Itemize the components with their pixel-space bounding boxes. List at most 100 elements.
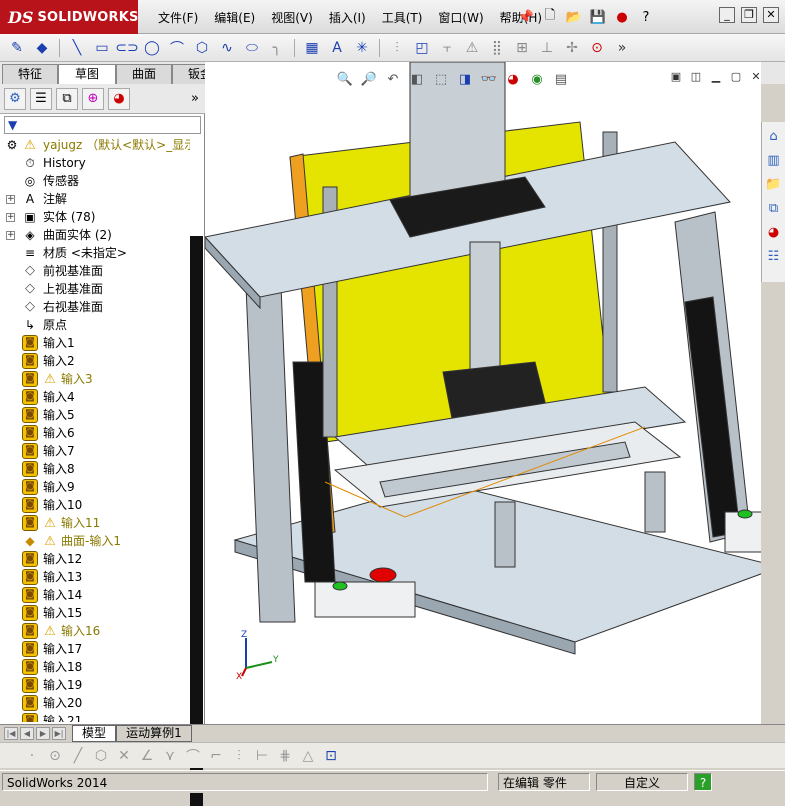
mirror-icon[interactable]: ⋎ <box>160 746 180 766</box>
status-units[interactable]: 自定义 <box>596 773 688 791</box>
open-folder-icon[interactable]: 📂 <box>564 7 584 27</box>
menu-insert[interactable]: 插入(I) <box>321 9 374 26</box>
ellipse-icon[interactable]: ⬭ <box>241 37 263 59</box>
tree-item[interactable]: ◙ ⚠ 输入3 <box>0 370 190 388</box>
view-settings-icon[interactable]: ▤ <box>551 70 571 88</box>
tree-item[interactable]: ◙ 输入19 <box>0 676 190 694</box>
menu-tools[interactable]: 工具(T) <box>374 9 431 26</box>
rectangle-icon[interactable]: ▭ <box>91 37 113 59</box>
tree-item[interactable]: ◇ 上视基准面 <box>0 280 190 298</box>
construction-icon[interactable]: ⫶ <box>229 746 249 766</box>
offset-icon[interactable]: ⫟ <box>436 37 458 59</box>
expand-icon[interactable]: + <box>6 213 15 222</box>
tree-item[interactable]: ◙ 输入21 <box>0 712 190 722</box>
feature-tree-filter[interactable]: ▼ <box>4 116 201 134</box>
tree-item[interactable]: ◙ 输入13 <box>0 568 190 586</box>
solidworks-resources-icon[interactable]: ⌂ <box>764 126 784 146</box>
line-icon[interactable]: ╲ <box>66 37 88 59</box>
slot-icon[interactable]: ⊂⊃ <box>115 37 138 59</box>
viewport-restore-icon[interactable]: ◫ <box>689 70 703 84</box>
zoom-to-fit-icon[interactable]: 🔍 <box>335 70 355 88</box>
tree-item[interactable]: ≡ 材质 <未指定> <box>0 244 190 262</box>
new-document-icon[interactable]: 🗋 <box>540 7 560 27</box>
spline-icon[interactable]: ∿ <box>216 37 238 59</box>
menu-view[interactable]: 视图(V) <box>263 9 321 26</box>
zoom-to-area-icon[interactable]: 🔎 <box>359 70 379 88</box>
tree-item[interactable]: ⏱ History <box>0 154 190 172</box>
tree-item[interactable]: + ◈ 曲面实体 (2) <box>0 226 190 244</box>
file-explorer-icon[interactable]: 📁 <box>764 174 784 194</box>
dimension-icon[interactable]: ⊢ <box>252 746 272 766</box>
tree-item[interactable]: ◙ 输入20 <box>0 694 190 712</box>
tab-sketch[interactable]: 草图 <box>58 64 116 85</box>
sketch-icon[interactable]: ◆ <box>31 37 53 59</box>
text-icon[interactable]: A <box>326 37 348 59</box>
restore-icon[interactable]: ❐ <box>741 7 757 23</box>
pattern-icon[interactable]: ⋕ <box>275 746 295 766</box>
previous-view-icon[interactable]: ↶ <box>383 70 403 88</box>
menu-file[interactable]: 文件(F) <box>150 9 206 26</box>
next-tab-icon[interactable]: ▶ <box>36 727 50 740</box>
rapid-sketch-icon[interactable]: ⊙ <box>586 37 608 59</box>
display-relations-icon[interactable]: ⊥ <box>536 37 558 59</box>
tree-item[interactable]: ◙ 输入14 <box>0 586 190 604</box>
property-manager-icon[interactable]: ☰ <box>30 87 52 110</box>
prev-tab-icon[interactable]: ◀ <box>20 727 34 740</box>
tree-root-part[interactable]: ⚙ ⚠ yajugz （默认<默认>_显示状 <box>0 136 190 154</box>
last-tab-icon[interactable]: ▶| <box>52 727 66 740</box>
tangent-icon[interactable]: ⌒ <box>183 746 203 766</box>
panel-expand-icon[interactable]: » <box>191 91 199 106</box>
tree-item[interactable]: ◙ 输入17 <box>0 640 190 658</box>
tree-item[interactable]: ◙ 输入1 <box>0 334 190 352</box>
viewport-tile-icon[interactable]: ▣ <box>669 70 683 84</box>
tree-item[interactable]: ◙ 输入9 <box>0 478 190 496</box>
tree-item[interactable]: + A 注解 <box>0 190 190 208</box>
point-icon[interactable]: · <box>22 746 42 766</box>
apply-scene-icon[interactable]: ◉ <box>527 70 547 88</box>
tree-item[interactable]: ◙ 输入5 <box>0 406 190 424</box>
tree-item[interactable]: ◙ 输入6 <box>0 424 190 442</box>
tree-item[interactable]: ◇ 右视基准面 <box>0 298 190 316</box>
tree-item[interactable]: ◙ 输入15 <box>0 604 190 622</box>
save-icon[interactable]: 💾 <box>588 7 608 27</box>
tree-item[interactable]: ◙ ⚠ 输入16 <box>0 622 190 640</box>
plane-icon[interactable]: ▦ <box>301 37 323 59</box>
feature-manager-tree-icon[interactable]: ⚙ <box>4 87 26 110</box>
tab-motion-study[interactable]: 运动算例1 <box>116 725 192 742</box>
solidworks-logo[interactable]: DS SOLIDWORKS <box>0 0 138 34</box>
view-orientation-icon[interactable]: ⬚ <box>431 70 451 88</box>
view-palette-icon[interactable]: ⧉ <box>764 198 784 218</box>
edit-appearance-icon[interactable]: ◕ <box>503 70 523 88</box>
tree-vertical-scrollbar[interactable] <box>190 236 203 806</box>
move-entities-icon[interactable]: ⊞ <box>511 37 533 59</box>
trim-icon[interactable]: ✕ <box>114 746 134 766</box>
menu-edit[interactable]: 编辑(E) <box>206 9 263 26</box>
angle-icon[interactable]: ∠ <box>137 746 157 766</box>
section-view-icon[interactable]: ◧ <box>407 70 427 88</box>
corner-icon[interactable]: ⌐ <box>206 746 226 766</box>
tree-item[interactable]: ◆ ⚠ 曲面-输入1 <box>0 532 190 550</box>
smart-dimension-icon[interactable]: ✎ <box>6 37 28 59</box>
circle-icon[interactable]: ◯ <box>141 37 163 59</box>
hide-show-items-icon[interactable]: 👓 <box>479 70 499 88</box>
dimxpert-manager-icon[interactable]: ⊕ <box>82 87 104 110</box>
quick-snap-icon[interactable]: ⊡ <box>321 746 341 766</box>
design-library-icon[interactable]: ▥ <box>764 150 784 170</box>
close-icon[interactable]: ✕ <box>763 7 779 23</box>
display-style-icon[interactable]: ◨ <box>455 70 475 88</box>
tree-item[interactable]: ◙ 输入18 <box>0 658 190 676</box>
first-tab-icon[interactable]: |◀ <box>4 727 18 740</box>
trim-icon[interactable]: ⫶ <box>386 37 408 59</box>
linear-pattern-icon[interactable]: ⣿ <box>486 37 508 59</box>
status-help[interactable]: ? <box>694 773 712 791</box>
tab-surfaces[interactable]: 曲面 <box>116 64 172 84</box>
appearances-icon[interactable]: ◕ <box>764 222 784 242</box>
expand-icon[interactable]: + <box>6 231 15 240</box>
tree-item[interactable]: + ▣ 实体 (78) <box>0 208 190 226</box>
viewport-maximize-icon[interactable]: ▢ <box>729 70 743 84</box>
tree-item[interactable]: ↳ 原点 <box>0 316 190 334</box>
toolbar-overflow-icon[interactable]: » <box>611 37 633 59</box>
custom-properties-icon[interactable]: ☷ <box>764 246 784 266</box>
menu-window[interactable]: 窗口(W) <box>430 9 491 26</box>
expand-icon[interactable]: + <box>6 195 15 204</box>
